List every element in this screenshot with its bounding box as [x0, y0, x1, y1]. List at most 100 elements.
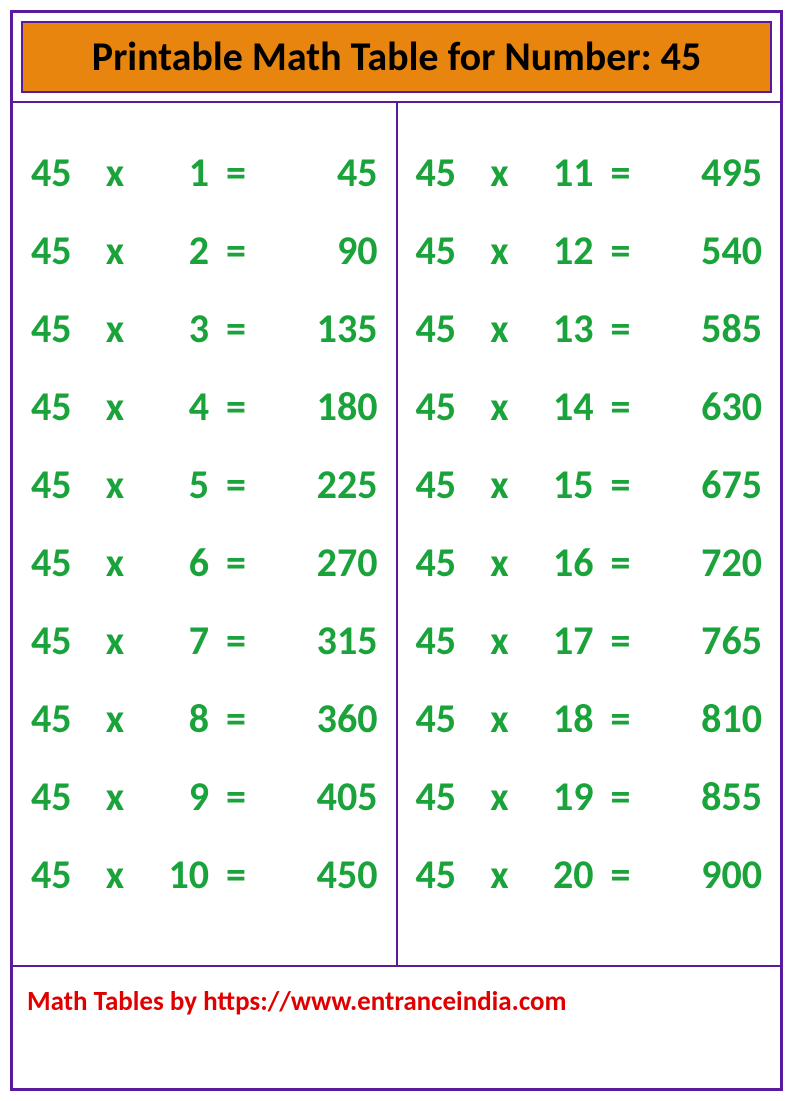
times-symbol: x	[91, 543, 139, 583]
equals-symbol: =	[594, 309, 648, 349]
multiplicand: 45	[416, 465, 476, 505]
table-body: 45x1=4545x2=9045x3=13545x4=18045x5=22545…	[13, 101, 780, 965]
equals-symbol: =	[209, 777, 263, 817]
product: 855	[648, 777, 763, 817]
equation-row: 45x2=90	[31, 231, 378, 271]
multiplier: 16	[524, 543, 594, 583]
multiplicand: 45	[416, 621, 476, 661]
multiplier: 20	[524, 855, 594, 895]
equals-symbol: =	[594, 699, 648, 739]
multiplier: 14	[524, 387, 594, 427]
footer-credit: Math Tables by https://www.entranceindia…	[13, 965, 780, 1088]
equals-symbol: =	[594, 855, 648, 895]
equation-row: 45x10=450	[31, 855, 378, 895]
equals-symbol: =	[209, 543, 263, 583]
equation-row: 45x9=405	[31, 777, 378, 817]
times-symbol: x	[91, 777, 139, 817]
times-symbol: x	[91, 465, 139, 505]
times-symbol: x	[476, 855, 524, 895]
multiplicand: 45	[31, 699, 91, 739]
product: 540	[648, 231, 763, 271]
product: 135	[263, 309, 378, 349]
equation-row: 45x16=720	[416, 543, 763, 583]
times-symbol: x	[91, 153, 139, 193]
times-symbol: x	[91, 855, 139, 895]
multiplier: 19	[524, 777, 594, 817]
equation-row: 45x3=135	[31, 309, 378, 349]
times-symbol: x	[476, 153, 524, 193]
equals-symbol: =	[594, 153, 648, 193]
multiplier: 8	[139, 699, 209, 739]
equation-row: 45x7=315	[31, 621, 378, 661]
equation-row: 45x19=855	[416, 777, 763, 817]
equals-symbol: =	[594, 621, 648, 661]
product: 405	[263, 777, 378, 817]
equation-row: 45x20=900	[416, 855, 763, 895]
equation-row: 45x6=270	[31, 543, 378, 583]
multiplicand: 45	[31, 777, 91, 817]
multiplicand: 45	[31, 543, 91, 583]
equation-row: 45x18=810	[416, 699, 763, 739]
multiplicand: 45	[31, 855, 91, 895]
table-container: Printable Math Table for Number: 45 45x1…	[10, 10, 783, 1091]
times-symbol: x	[476, 543, 524, 583]
multiplicand: 45	[31, 153, 91, 193]
product: 675	[648, 465, 763, 505]
page-title: Printable Math Table for Number: 45	[21, 21, 772, 93]
equals-symbol: =	[594, 465, 648, 505]
multiplicand: 45	[31, 309, 91, 349]
equals-symbol: =	[209, 387, 263, 427]
multiplier: 7	[139, 621, 209, 661]
product: 630	[648, 387, 763, 427]
multiplicand: 45	[416, 387, 476, 427]
multiplier: 6	[139, 543, 209, 583]
equals-symbol: =	[594, 543, 648, 583]
equation-row: 45x12=540	[416, 231, 763, 271]
multiplicand: 45	[416, 231, 476, 271]
multiplier: 3	[139, 309, 209, 349]
equation-row: 45x17=765	[416, 621, 763, 661]
equation-row: 45x5=225	[31, 465, 378, 505]
product: 810	[648, 699, 763, 739]
multiplicand: 45	[31, 621, 91, 661]
multiplicand: 45	[31, 465, 91, 505]
equals-symbol: =	[594, 777, 648, 817]
title-wrap: Printable Math Table for Number: 45	[13, 13, 780, 93]
left-column: 45x1=4545x2=9045x3=13545x4=18045x5=22545…	[13, 103, 398, 965]
product: 450	[263, 855, 378, 895]
multiplier: 17	[524, 621, 594, 661]
times-symbol: x	[476, 231, 524, 271]
equation-row: 45x14=630	[416, 387, 763, 427]
multiplier: 12	[524, 231, 594, 271]
product: 765	[648, 621, 763, 661]
times-symbol: x	[476, 699, 524, 739]
equals-symbol: =	[594, 387, 648, 427]
equation-row: 45x4=180	[31, 387, 378, 427]
multiplicand: 45	[416, 309, 476, 349]
equation-row: 45x15=675	[416, 465, 763, 505]
multiplicand: 45	[416, 699, 476, 739]
equals-symbol: =	[209, 855, 263, 895]
equals-symbol: =	[209, 309, 263, 349]
times-symbol: x	[91, 699, 139, 739]
equals-symbol: =	[209, 231, 263, 271]
multiplier: 2	[139, 231, 209, 271]
equals-symbol: =	[209, 699, 263, 739]
product: 90	[263, 231, 378, 271]
product: 225	[263, 465, 378, 505]
multiplier: 13	[524, 309, 594, 349]
multiplier: 10	[139, 855, 209, 895]
times-symbol: x	[476, 309, 524, 349]
multiplier: 1	[139, 153, 209, 193]
equals-symbol: =	[209, 153, 263, 193]
multiplicand: 45	[416, 855, 476, 895]
times-symbol: x	[476, 465, 524, 505]
product: 720	[648, 543, 763, 583]
equation-row: 45x11=495	[416, 153, 763, 193]
product: 270	[263, 543, 378, 583]
multiplier: 9	[139, 777, 209, 817]
product: 180	[263, 387, 378, 427]
multiplier: 5	[139, 465, 209, 505]
times-symbol: x	[476, 621, 524, 661]
multiplicand: 45	[416, 777, 476, 817]
